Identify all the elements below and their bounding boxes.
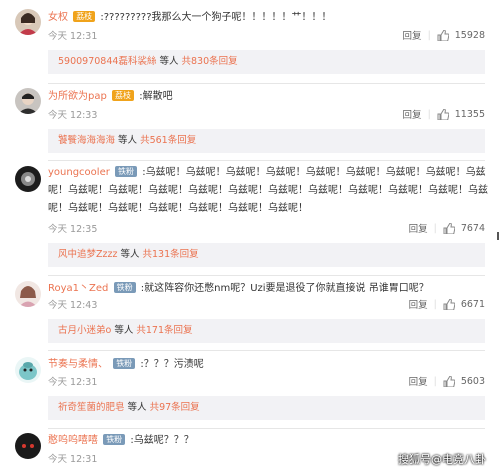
thumb-up-icon[interactable] xyxy=(437,29,449,41)
reply-total[interactable]: 共561条回复 xyxy=(140,135,196,146)
thumb-up-icon[interactable] xyxy=(443,298,455,310)
reply-summary[interactable]: 古月小迷弟o 等人 共171条回复 xyxy=(48,319,485,343)
comment-text: :就这阵容你还憋nm呢？Uzi要是退役了你就直接说 吊谁胃口呢？ xyxy=(140,283,429,294)
divider: | xyxy=(433,222,437,234)
divider xyxy=(48,275,485,276)
reply-user[interactable]: 5900970844磊科裟絲 xyxy=(58,56,156,67)
reply-user[interactable]: 饕餮海海海海 xyxy=(58,135,115,146)
like-count: 5603 xyxy=(460,375,485,387)
thumb-up-icon[interactable] xyxy=(443,222,455,234)
avatar[interactable] xyxy=(15,166,41,192)
commenter-name[interactable]: Roya1丶Zed xyxy=(48,283,108,294)
comment-time: 今天 12:35 xyxy=(48,224,98,235)
avatar[interactable] xyxy=(15,357,41,383)
comment-header: 为所欲为pap 荔枝 :解散吧 xyxy=(48,89,488,104)
comment-header: Roya1丶Zed 铁粉 :就这阵容你还憋nm呢？Uzi要是退役了你就直接说 吊… xyxy=(48,281,488,296)
reply-summary[interactable]: 饕餮海海海海 等人 共561条回复 xyxy=(48,129,485,153)
comment-header: 女权 荔枝 :?????????我那么大一个狗子呢！！！！！艹！！！ xyxy=(48,10,488,25)
reply-button[interactable]: 回复 xyxy=(409,221,428,235)
thumb-up-icon[interactable] xyxy=(437,108,449,120)
divider xyxy=(48,160,485,161)
avatar[interactable] xyxy=(15,433,41,459)
comment-actions: 回复 | 15928 xyxy=(403,28,485,42)
avatar[interactable] xyxy=(15,9,41,35)
reply-total[interactable]: 共830条回复 xyxy=(182,56,238,67)
commenter-name[interactable]: 憨呜呜嘻嘻 xyxy=(48,435,98,446)
reply-wait: 等人 xyxy=(111,325,137,336)
comment-actions: 回复 | 6671 xyxy=(409,297,485,311)
divider xyxy=(48,350,485,351)
comment-header: 节奏与柔情、 铁粉 :？？？污渍呢 xyxy=(48,357,488,372)
commenter-name[interactable]: 节奏与柔情、 xyxy=(48,359,108,370)
comment-actions: 回复 | 11355 xyxy=(403,107,485,121)
comment-text: :乌兹呢！乌兹呢！乌兹呢！乌兹呢！乌兹呢！乌兹呢！乌兹呢！乌兹呢！乌兹呢！乌兹呢… xyxy=(48,167,488,214)
comment-time: 今天 12:31 xyxy=(48,31,98,42)
comment-time: 今天 12:31 xyxy=(48,377,98,388)
like-count: 7674 xyxy=(460,222,485,234)
reply-summary[interactable]: 祈奇笙菌的肥皂 等人 共97条回复 xyxy=(48,396,485,420)
divider: | xyxy=(433,375,437,387)
fan-badge: 荔枝 xyxy=(73,11,96,22)
reply-user[interactable]: 古月小迷弟o xyxy=(58,325,111,336)
comment-time: 今天 12:43 xyxy=(48,300,98,311)
avatar[interactable] xyxy=(15,88,41,114)
commenter-name[interactable]: 女权 xyxy=(48,12,68,23)
watermark: 搜狐号@电竞八卦 xyxy=(398,453,486,466)
reply-summary[interactable]: 5900970844磊科裟絲 等人 共830条回复 xyxy=(48,50,485,74)
reply-summary[interactable]: 风中追梦Zzzz 等人 共131条回复 xyxy=(48,243,485,267)
fan-badge: 铁粉 xyxy=(113,358,136,369)
comment-text: :?????????我那么大一个狗子呢！！！！！艹！！！ xyxy=(100,12,332,23)
comment-actions: 回复 | 5603 xyxy=(409,374,485,388)
like-count: 11355 xyxy=(454,108,485,120)
reply-user[interactable]: 风中追梦Zzzz xyxy=(58,249,117,260)
reply-total[interactable]: 共97条回复 xyxy=(150,402,200,413)
reply-wait: 等人 xyxy=(156,56,182,67)
comment-text: :乌兹呢？？？ xyxy=(130,435,194,446)
reply-total[interactable]: 共171条回复 xyxy=(136,325,192,336)
comment-text: :？？？污渍呢 xyxy=(140,359,204,370)
reply-button[interactable]: 回复 xyxy=(409,297,428,311)
reply-user[interactable]: 祈奇笙菌的肥皂 xyxy=(58,402,125,413)
like-count: 6671 xyxy=(460,298,485,310)
reply-wait: 等人 xyxy=(115,135,141,146)
avatar[interactable] xyxy=(15,281,41,307)
divider: | xyxy=(433,298,437,310)
divider: | xyxy=(427,108,431,120)
reply-button[interactable]: 回复 xyxy=(409,374,428,388)
divider: | xyxy=(427,29,431,41)
fan-badge: 铁粉 xyxy=(113,282,136,293)
comment-header: 憨呜呜嘻嘻 铁粉 :乌兹呢？？？ xyxy=(48,433,488,448)
reply-wait: 等人 xyxy=(117,249,143,260)
divider xyxy=(48,428,485,429)
comment-time: 今天 12:31 xyxy=(48,454,98,465)
comment-time: 今天 12:33 xyxy=(48,110,98,121)
fan-badge: 铁粉 xyxy=(115,166,138,177)
reply-wait: 等人 xyxy=(124,402,150,413)
comment-text: :解散吧 xyxy=(139,91,173,102)
thumb-up-icon[interactable] xyxy=(443,375,455,387)
fan-badge: 荔枝 xyxy=(112,90,135,101)
reply-total[interactable]: 共131条回复 xyxy=(143,249,199,260)
commenter-name[interactable]: youngcooler xyxy=(48,167,110,178)
comment-header: youngcooler 铁粉 :乌兹呢！乌兹呢！乌兹呢！乌兹呢！乌兹呢！乌兹呢！… xyxy=(48,164,488,218)
fan-badge: 铁粉 xyxy=(103,434,126,445)
like-count: 15928 xyxy=(454,29,485,41)
comment-actions: 回复 | 7674 xyxy=(409,221,485,235)
commenter-name[interactable]: 为所欲为pap xyxy=(48,91,107,102)
reply-button[interactable]: 回复 xyxy=(403,28,422,42)
divider xyxy=(48,83,485,84)
reply-button[interactable]: 回复 xyxy=(403,107,422,121)
